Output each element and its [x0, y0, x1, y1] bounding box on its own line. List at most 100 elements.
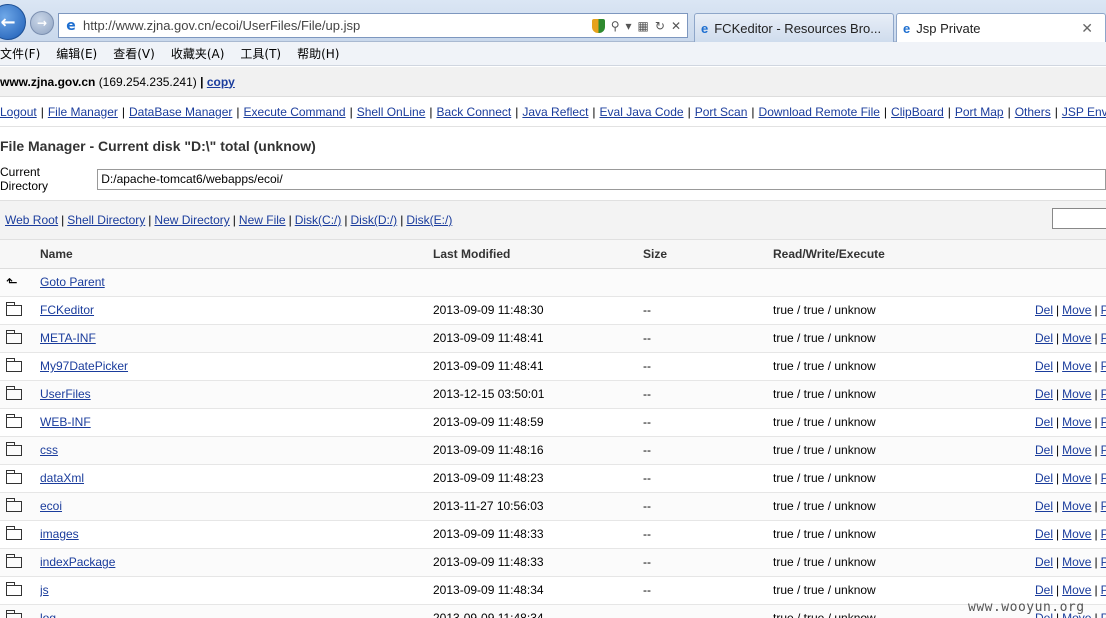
- forward-arrow-icon[interactable]: →: [30, 11, 54, 35]
- stop-icon[interactable]: ✕: [671, 19, 681, 33]
- del-link[interactable]: Del: [1035, 331, 1053, 345]
- property-link[interactable]: P: [1101, 583, 1106, 597]
- link-shell-directory[interactable]: Shell Directory: [67, 213, 145, 227]
- folder-link[interactable]: UserFiles: [40, 387, 91, 401]
- link-disk-d[interactable]: Disk(D:/): [351, 213, 398, 227]
- search-icon[interactable]: ⚲: [611, 19, 620, 33]
- nav-file-manager[interactable]: File Manager: [48, 105, 118, 119]
- quick-sep: |: [148, 213, 152, 227]
- nav-back-connect[interactable]: Back Connect: [437, 105, 512, 119]
- size-cell: --: [643, 520, 773, 549]
- move-link[interactable]: Move: [1062, 527, 1091, 541]
- del-link[interactable]: Del: [1035, 499, 1053, 513]
- menu-view[interactable]: 查看(V): [113, 45, 155, 62]
- property-link[interactable]: P: [1101, 527, 1106, 541]
- dropdown-icon[interactable]: ▾: [626, 19, 632, 33]
- nav-database-manager[interactable]: DataBase Manager: [129, 105, 232, 119]
- close-icon[interactable]: ✕: [1081, 20, 1093, 37]
- move-link[interactable]: Move: [1062, 471, 1091, 485]
- folder-link[interactable]: indexPackage: [40, 555, 115, 569]
- move-link[interactable]: Move: [1062, 415, 1091, 429]
- folder-link[interactable]: FCKeditor: [40, 303, 94, 317]
- nav-clipboard[interactable]: ClipBoard: [891, 105, 944, 119]
- back-arrow-icon[interactable]: ←: [0, 4, 26, 40]
- nav-shell-online[interactable]: Shell OnLine: [357, 105, 426, 119]
- folder-link[interactable]: META-INF: [40, 331, 96, 345]
- move-link[interactable]: Move: [1062, 443, 1091, 457]
- modified-cell: 2013-09-09 11:48:41: [433, 352, 643, 381]
- move-link[interactable]: Move: [1062, 387, 1091, 401]
- menu-tools[interactable]: 工具(T): [240, 45, 281, 62]
- del-link[interactable]: Del: [1035, 387, 1053, 401]
- move-link[interactable]: Move: [1062, 499, 1091, 513]
- del-link[interactable]: Del: [1035, 303, 1053, 317]
- nav-eval-java-code[interactable]: Eval Java Code: [600, 105, 684, 119]
- move-link[interactable]: Move: [1062, 359, 1091, 373]
- nav-jsp-env[interactable]: JSP Env: [1062, 105, 1106, 119]
- property-link[interactable]: P: [1101, 387, 1106, 401]
- property-link[interactable]: P: [1101, 331, 1106, 345]
- nav-download-remote-file[interactable]: Download Remote File: [759, 105, 880, 119]
- property-link[interactable]: P: [1101, 443, 1106, 457]
- link-new-directory[interactable]: New Directory: [154, 213, 229, 227]
- property-link[interactable]: P: [1101, 555, 1106, 569]
- nav-java-reflect[interactable]: Java Reflect: [522, 105, 588, 119]
- property-link[interactable]: P: [1101, 303, 1106, 317]
- link-disk-c[interactable]: Disk(C:/): [295, 213, 342, 227]
- nav-sep: |: [751, 104, 755, 119]
- folder-link[interactable]: WEB-INF: [40, 415, 91, 429]
- folder-link[interactable]: My97DatePicker: [40, 359, 128, 373]
- property-link[interactable]: P: [1101, 471, 1106, 485]
- nav-sep: |: [947, 104, 951, 119]
- menu-edit[interactable]: 编辑(E): [56, 45, 97, 62]
- property-link[interactable]: P: [1101, 359, 1106, 373]
- nav-logout[interactable]: Logout: [0, 105, 37, 119]
- address-bar[interactable]: e http://www.zjna.gov.cn/ecoi/UserFiles/…: [58, 13, 688, 38]
- copy-link[interactable]: copy: [207, 75, 235, 89]
- menu-favorites[interactable]: 收藏夹(A): [171, 45, 225, 62]
- url-text[interactable]: http://www.zjna.gov.cn/ecoi/UserFiles/Fi…: [83, 18, 592, 33]
- folder-link[interactable]: log: [40, 611, 56, 618]
- link-new-file[interactable]: New File: [239, 213, 286, 227]
- folder-link[interactable]: ecoi: [40, 499, 62, 513]
- address-tools: ⚲ ▾ ▦ ↻ ✕: [591, 18, 687, 33]
- del-link[interactable]: Del: [1035, 555, 1053, 569]
- modified-cell: 2013-09-09 11:48:41: [433, 324, 643, 353]
- del-link[interactable]: Del: [1035, 583, 1053, 597]
- property-link[interactable]: P: [1101, 611, 1106, 618]
- nav-port-map[interactable]: Port Map: [955, 105, 1004, 119]
- nav-execute-command[interactable]: Execute Command: [244, 105, 346, 119]
- compat-view-icon[interactable]: ▦: [638, 19, 649, 33]
- nav-others[interactable]: Others: [1015, 105, 1051, 119]
- goto-parent-link[interactable]: Goto Parent: [40, 275, 105, 289]
- link-disk-e[interactable]: Disk(E:/): [406, 213, 452, 227]
- rwx-cell: true / true / unknow: [773, 296, 1035, 325]
- del-link[interactable]: Del: [1035, 415, 1053, 429]
- del-link[interactable]: Del: [1035, 527, 1053, 541]
- menu-help[interactable]: 帮助(H): [297, 45, 339, 62]
- refresh-icon[interactable]: ↻: [655, 19, 665, 33]
- folder-link[interactable]: images: [40, 527, 79, 541]
- nav-port-scan[interactable]: Port Scan: [695, 105, 748, 119]
- move-link[interactable]: Move: [1062, 583, 1091, 597]
- current-directory-input[interactable]: [97, 168, 1106, 190]
- property-link[interactable]: P: [1101, 499, 1106, 513]
- del-link[interactable]: Del: [1035, 359, 1053, 373]
- folder-link[interactable]: dataXml: [40, 471, 84, 485]
- tab-fckeditor[interactable]: e FCKeditor - Resources Bro...: [694, 13, 894, 42]
- menu-file[interactable]: 文件(F): [0, 45, 40, 62]
- del-link[interactable]: Del: [1035, 471, 1053, 485]
- property-link[interactable]: P: [1101, 415, 1106, 429]
- compat-shield-icon[interactable]: [591, 18, 605, 33]
- move-link[interactable]: Move: [1062, 555, 1091, 569]
- link-web-root[interactable]: Web Root: [5, 213, 58, 227]
- name-cell: WEB-INF: [40, 408, 433, 437]
- tab-jsp-private[interactable]: e Jsp Private ✕: [896, 13, 1106, 43]
- del-link[interactable]: Del: [1035, 443, 1053, 457]
- folder-link[interactable]: css: [40, 443, 58, 457]
- path-search-input[interactable]: [1052, 208, 1106, 229]
- move-link[interactable]: Move: [1062, 303, 1091, 317]
- move-link[interactable]: Move: [1062, 331, 1091, 345]
- folder-link[interactable]: js: [40, 583, 49, 597]
- ie-logo-icon: e: [701, 20, 709, 36]
